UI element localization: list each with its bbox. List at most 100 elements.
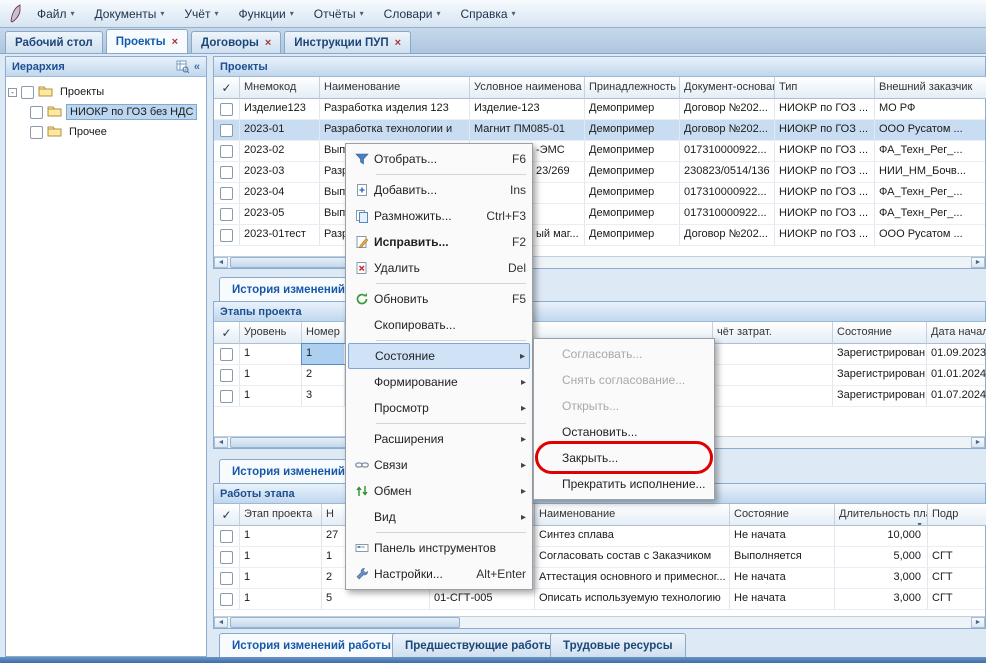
column-header[interactable]: Наименование bbox=[535, 504, 730, 526]
find-icon[interactable] bbox=[176, 60, 189, 73]
submenu-item-terminate[interactable]: Прекратить исполнение... bbox=[536, 471, 712, 497]
menu-item-edit[interactable]: Исправить... F2 bbox=[348, 229, 530, 255]
menu-item-settings[interactable]: Настройки... Alt+Enter bbox=[348, 561, 530, 587]
tab-work-history[interactable]: История изменений работы bbox=[219, 633, 404, 657]
tree-checkbox[interactable] bbox=[30, 106, 43, 119]
column-header[interactable]: Мнемокод bbox=[240, 77, 320, 99]
scroll-left-icon[interactable]: ◄ bbox=[214, 437, 228, 448]
tab-instructions[interactable]: Инструкции ПУП× bbox=[284, 31, 411, 53]
row-checkbox[interactable] bbox=[220, 103, 233, 116]
row-checkbox[interactable] bbox=[220, 229, 233, 242]
table-row[interactable]: 1 2 Аттестация основного и примесног... … bbox=[214, 568, 985, 589]
menu-item-filter[interactable]: Отобрать... F6 bbox=[348, 146, 530, 172]
row-checkbox[interactable] bbox=[220, 390, 233, 403]
tree-expander-icon[interactable]: - bbox=[8, 88, 17, 97]
column-header[interactable]: Номер bbox=[302, 322, 345, 344]
close-icon[interactable]: × bbox=[172, 37, 178, 47]
column-header[interactable]: Состояние bbox=[833, 322, 927, 344]
select-all-header[interactable]: ✓ bbox=[214, 77, 240, 99]
menu-shortcut: F6 bbox=[512, 152, 526, 166]
menu-help[interactable]: Справка▾ bbox=[450, 2, 525, 26]
menu-accounting[interactable]: Учёт▾ bbox=[174, 2, 228, 26]
tree-node-niokr[interactable]: НИОКР по ГОЗ без НДС bbox=[8, 102, 204, 122]
column-header[interactable]: Уровень bbox=[240, 322, 302, 344]
column-header[interactable]: Тип bbox=[775, 77, 875, 99]
row-checkbox[interactable] bbox=[220, 348, 233, 361]
column-header[interactable]: Состояние bbox=[730, 504, 835, 526]
tab-projects[interactable]: Проекты× bbox=[106, 29, 188, 53]
tab-contracts[interactable]: Договоры× bbox=[191, 31, 281, 53]
table-row[interactable]: 2023-05 Вып Демопример 017310000922... Н… bbox=[214, 204, 985, 225]
table-row[interactable]: 2023-02 Вып -ЭМС Демопример 017310000922… bbox=[214, 141, 985, 162]
collapse-panel-icon[interactable]: « bbox=[194, 61, 200, 73]
row-checkbox[interactable] bbox=[220, 551, 233, 564]
scroll-left-icon[interactable]: ◄ bbox=[214, 617, 228, 628]
column-header[interactable]: Внешний заказчик bbox=[875, 77, 986, 99]
menu-shortcut: F2 bbox=[512, 235, 526, 249]
table-row[interactable]: 1 1 Согласовать состав с Заказчиком Выпо… bbox=[214, 547, 985, 568]
scrollbar-thumb[interactable] bbox=[230, 617, 460, 628]
table-row[interactable]: 2023-03 Разр 23/269 Демопример 230823/05… bbox=[214, 162, 985, 183]
scroll-right-icon[interactable]: ► bbox=[971, 617, 985, 628]
table-row[interactable]: 1 5 01-СГТ-005 Описать используемую техн… bbox=[214, 589, 985, 610]
menu-item-formation[interactable]: Формирование ▸ bbox=[348, 369, 530, 395]
menu-item-add[interactable]: Добавить... Ins bbox=[348, 177, 530, 203]
table-row-selected[interactable]: 2023-01 Разработка технологии и Магнит П… bbox=[214, 120, 985, 141]
column-header[interactable]: Подр bbox=[928, 504, 986, 526]
menu-functions[interactable]: Функции▾ bbox=[228, 2, 303, 26]
select-all-header[interactable]: ✓ bbox=[214, 322, 240, 344]
menu-item-label: Настройки... bbox=[374, 567, 468, 581]
menu-item-refresh[interactable]: Обновить F5 bbox=[348, 286, 530, 312]
tab-desktop[interactable]: Рабочий стол bbox=[5, 31, 103, 53]
row-checkbox[interactable] bbox=[220, 369, 233, 382]
menu-dictionaries[interactable]: Словари▾ bbox=[374, 2, 451, 26]
table-row[interactable]: 2023-04 Вып Демопример 017310000922... Н… bbox=[214, 183, 985, 204]
row-checkbox[interactable] bbox=[220, 572, 233, 585]
menu-item-exchange[interactable]: Обмен ▸ bbox=[348, 478, 530, 504]
tree-checkbox[interactable] bbox=[21, 86, 34, 99]
scroll-right-icon[interactable]: ► bbox=[971, 257, 985, 268]
column-header[interactable]: Этап проекта bbox=[240, 504, 322, 526]
checkbox-cell bbox=[214, 99, 240, 119]
select-all-header[interactable]: ✓ bbox=[214, 504, 240, 526]
menu-item-duplicate[interactable]: Размножить... Ctrl+F3 bbox=[348, 203, 530, 229]
table-row[interactable]: Изделие123 Разработка изделия 123 Издели… bbox=[214, 99, 985, 120]
scroll-right-icon[interactable]: ► bbox=[971, 437, 985, 448]
tree-checkbox[interactable] bbox=[30, 126, 43, 139]
row-checkbox[interactable] bbox=[220, 124, 233, 137]
row-checkbox[interactable] bbox=[220, 145, 233, 158]
tab-preceding-works[interactable]: Предшествующие работы bbox=[392, 633, 567, 657]
menu-item-links[interactable]: Связи ▸ bbox=[348, 452, 530, 478]
menu-file[interactable]: Файл▾ bbox=[27, 2, 85, 26]
column-header[interactable]: Дата начала план bbox=[927, 322, 986, 344]
table-row[interactable]: 1 27 Синтез сплава Не начата 10,000 bbox=[214, 526, 985, 547]
menu-item-view[interactable]: Просмотр ▸ bbox=[348, 395, 530, 421]
row-checkbox[interactable] bbox=[220, 530, 233, 543]
column-header[interactable]: Условное наименова bbox=[470, 77, 585, 99]
row-checkbox[interactable] bbox=[220, 208, 233, 221]
row-checkbox[interactable] bbox=[220, 593, 233, 606]
row-checkbox[interactable] bbox=[220, 187, 233, 200]
column-header[interactable]: Документ-основан bbox=[680, 77, 775, 99]
scroll-left-icon[interactable]: ◄ bbox=[214, 257, 228, 268]
column-header-duration[interactable]: Длительность план▼ bbox=[835, 504, 928, 526]
menu-item-delete[interactable]: Удалить Del bbox=[348, 255, 530, 281]
menu-item-extensions[interactable]: Расширения ▸ bbox=[348, 426, 530, 452]
menu-documents[interactable]: Документы▾ bbox=[85, 2, 175, 26]
close-icon[interactable]: × bbox=[395, 38, 401, 48]
close-icon[interactable]: × bbox=[265, 38, 271, 48]
menu-item-toolbar[interactable]: Панель инструментов bbox=[348, 535, 530, 561]
menu-reports[interactable]: Отчёты▾ bbox=[304, 2, 374, 26]
tab-labor-resources[interactable]: Трудовые ресурсы bbox=[550, 633, 686, 657]
column-header[interactable]: Наименование bbox=[320, 77, 470, 99]
column-header[interactable]: Принадлежность bbox=[585, 77, 680, 99]
tree-node-other[interactable]: Прочее bbox=[8, 122, 204, 142]
menu-item-state[interactable]: Состояние ▸ bbox=[348, 343, 530, 369]
menu-item-copy[interactable]: Скопировать... bbox=[348, 312, 530, 338]
column-header[interactable]: чёт затрат. bbox=[713, 322, 833, 344]
row-checkbox[interactable] bbox=[220, 166, 233, 179]
menu-item-vid[interactable]: Вид ▸ bbox=[348, 504, 530, 530]
table-row[interactable]: 2023-01тест Разр ый маг... Демопример До… bbox=[214, 225, 985, 246]
tree-node-root[interactable]: - Проекты bbox=[8, 82, 204, 102]
projects-table-header: ✓ Мнемокод Наименование Условное наимено… bbox=[214, 77, 985, 99]
